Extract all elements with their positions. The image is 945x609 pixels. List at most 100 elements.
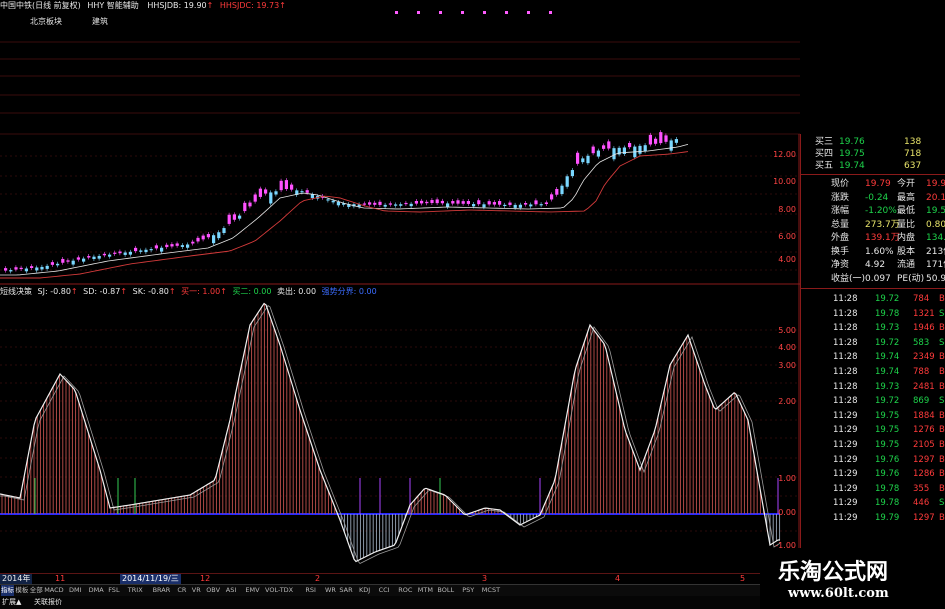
candle-body: [258, 188, 262, 197]
candle-body: [336, 201, 340, 206]
candle-body: [612, 148, 616, 160]
candle-body: [466, 201, 470, 204]
candle-body: [430, 200, 434, 204]
stat-value-1: 4.92: [865, 260, 886, 270]
stat-value-1: -1.20%: [865, 206, 897, 216]
candle-body: [118, 251, 122, 254]
candle-body: [305, 190, 309, 193]
indicator-tab[interactable]: TRIX: [128, 585, 143, 596]
indicator-tab[interactable]: PSY: [462, 585, 474, 596]
timeline-month-5: 5: [740, 574, 746, 583]
candle-body: [50, 262, 54, 265]
candle-body: [61, 258, 65, 263]
stat-label-1: 涨幅: [831, 206, 850, 216]
candle-body: [456, 200, 460, 204]
indicator-tab[interactable]: 指标: [1, 585, 14, 596]
indicator-tab[interactable]: 模板: [15, 585, 28, 596]
expand-button[interactable]: 扩展▲: [2, 597, 21, 607]
tick-time: 11:29: [833, 440, 858, 450]
candle-body: [35, 267, 39, 271]
stat-value-2: 19.57: [926, 206, 945, 216]
indicator-tab[interactable]: WR: [325, 585, 336, 596]
timeline-month-3: 3: [482, 574, 488, 583]
indicator-tab[interactable]: VOL-TDX: [265, 585, 293, 596]
indicator-tab[interactable]: KDJ: [359, 585, 370, 596]
osc-axis-label: 0.00: [778, 508, 796, 517]
stat-row: 外盘 139.1万内盘 134.6万: [801, 232, 945, 245]
indicator-tab[interactable]: RSI: [305, 585, 316, 596]
timeline-current-date[interactable]: 2014/11/19/三: [120, 574, 181, 584]
indicator-tab[interactable]: MCST: [482, 585, 500, 596]
stat-row: 净资 4.92 流通 171亿: [801, 259, 945, 272]
stat-value-1: 19.79: [865, 179, 891, 189]
candle-body: [477, 200, 481, 205]
candle-body: [586, 155, 590, 164]
sj-value: SJ: -0.80: [37, 287, 71, 296]
stat-row: 收益(一) 0.097 PE(动) 50.9: [801, 273, 945, 286]
indicator-tab[interactable]: DMA: [89, 585, 104, 596]
osc-main-line: [0, 302, 780, 563]
indicator-name[interactable]: 短线决策: [0, 287, 32, 296]
candle-body: [248, 202, 252, 207]
tick-row: 11:29 19.75 1884 B: [801, 411, 945, 422]
candle-body: [227, 214, 231, 224]
stat-label-2: 最低: [897, 206, 916, 216]
tick-price: 19.75: [875, 440, 900, 450]
stat-value-1: 1.60%: [865, 246, 894, 257]
candle-body: [565, 176, 569, 187]
indicator-tab[interactable]: VR: [192, 585, 201, 596]
indicator-tab[interactable]: CCI: [379, 585, 390, 596]
osc-axis-label: 1.00: [778, 474, 796, 483]
candle-body: [24, 268, 28, 272]
candle-body: [232, 214, 236, 220]
tick-price: 19.79: [875, 513, 900, 523]
candle-body: [300, 191, 304, 193]
osc-axis-label: 4.00: [778, 343, 796, 352]
indicator-tab[interactable]: BRAR: [153, 585, 171, 596]
tick-volume: 1297: [913, 513, 935, 523]
indicator-tab[interactable]: FSL: [108, 585, 119, 596]
stat-value-1: 0.097: [865, 273, 891, 284]
tick-volume: 583: [913, 337, 930, 348]
indicator-tab[interactable]: DMI: [69, 585, 82, 596]
stat-label-1: 换手: [831, 246, 850, 257]
candle-body: [82, 258, 86, 262]
candle-body: [596, 150, 600, 157]
candle-body: [180, 245, 184, 247]
tick-direction: B: [939, 410, 945, 421]
tick-direction: B: [939, 440, 945, 450]
indicator-tab[interactable]: 全部: [30, 585, 43, 596]
candle-body: [40, 266, 44, 270]
candle-body: [128, 251, 132, 255]
candle-body: [628, 142, 632, 148]
indicator-tab[interactable]: ASI: [226, 585, 237, 596]
tick-direction: B: [939, 513, 945, 523]
indicator-tab[interactable]: ROC: [398, 585, 412, 596]
stat-row: 换手 1.60%股本 213亿: [801, 246, 945, 259]
indicator-tab[interactable]: BOLL: [437, 585, 454, 596]
orderbook-row: 买五 19.74 637: [801, 160, 945, 173]
tick-time: 11:28: [833, 308, 858, 319]
stat-label-2: 今开: [897, 179, 916, 189]
tick-volume: 1276: [913, 425, 935, 436]
indicator-tab[interactable]: MTM: [418, 585, 433, 596]
candle-body: [482, 204, 486, 208]
price-axis-label: 8.00: [778, 205, 796, 214]
linked-quote-tab[interactable]: 关联报价: [34, 597, 62, 607]
candle-body: [274, 191, 278, 195]
stat-row: 涨跌 -0.24 最高 20.16: [801, 192, 945, 205]
candle-body: [498, 201, 502, 205]
indicator-tab[interactable]: EMV: [245, 585, 259, 596]
indicator-tab[interactable]: OBV: [206, 585, 220, 596]
indicator-tab[interactable]: SAR: [339, 585, 352, 596]
indicator-tab[interactable]: CR: [177, 585, 186, 596]
candle-body: [71, 260, 75, 265]
candle-body: [576, 152, 580, 164]
candle-body: [487, 201, 491, 205]
tick-price: 19.78: [875, 498, 900, 509]
indicator-tab[interactable]: MACD: [44, 585, 63, 596]
candle-body: [30, 266, 34, 268]
candle-body: [394, 204, 398, 206]
candle-body: [362, 203, 366, 205]
candle-body: [461, 201, 465, 204]
